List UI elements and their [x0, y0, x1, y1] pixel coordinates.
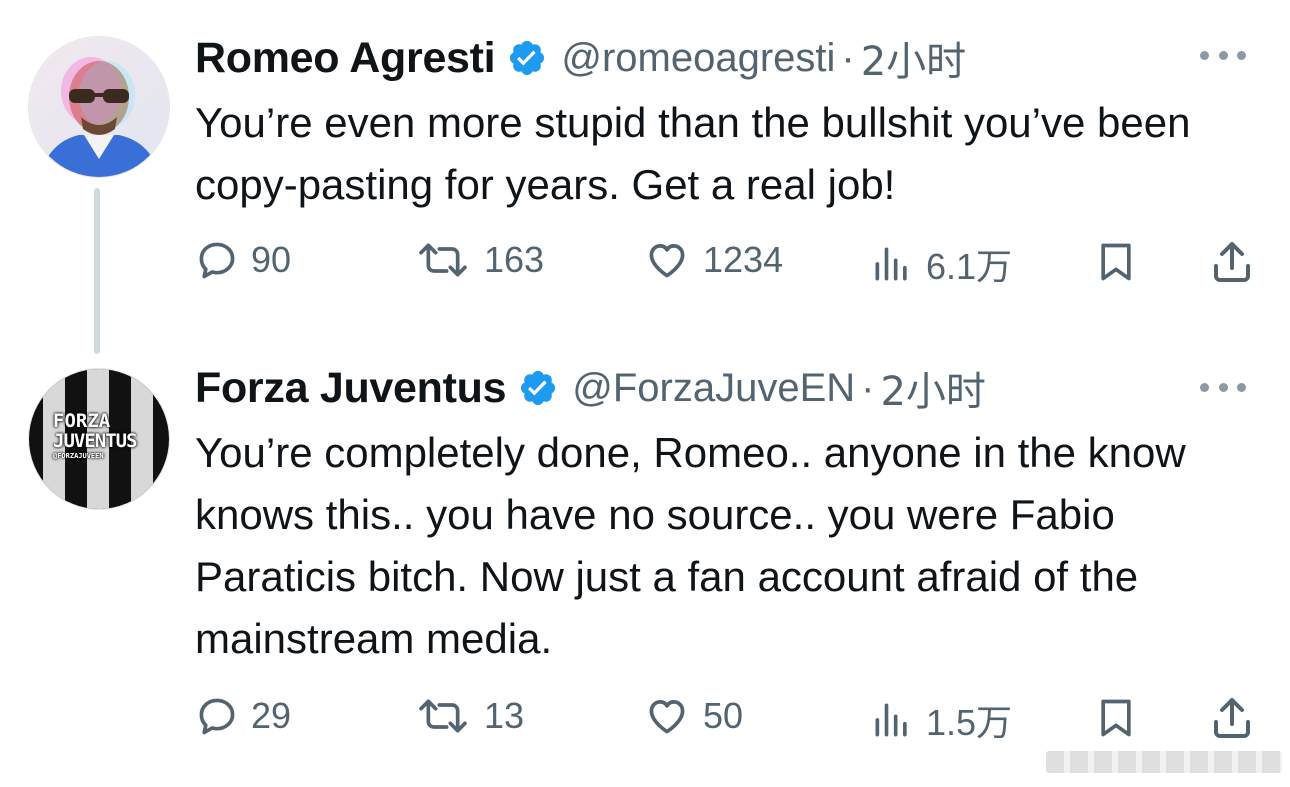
like-count: 50 — [703, 695, 744, 736]
retweet-count: 163 — [484, 239, 545, 280]
tweet-text: You’re completely done, Romeo.. anyone i… — [195, 429, 1186, 662]
retweet-icon — [419, 699, 467, 733]
views-button[interactable]: 1.5万 — [870, 694, 1012, 746]
reply-count: 90 — [251, 239, 292, 280]
reply-button[interactable]: 29 — [195, 694, 291, 738]
tweet-header: Forza Juventus @ForzaJuveEN · 2小时 — [195, 360, 986, 416]
author-handle[interactable]: @romeoagresti — [561, 36, 835, 81]
reply-icon — [199, 242, 235, 279]
share-button[interactable] — [1208, 694, 1256, 742]
views-button[interactable]: 6.1万 — [870, 238, 1012, 290]
like-count: 1234 — [703, 239, 784, 280]
avatar-romeo-agresti[interactable] — [28, 36, 170, 178]
share-icon — [1214, 698, 1250, 738]
tweet-1[interactable]: Romeo Agresti @romeoagresti · 2小时 You’re… — [0, 0, 1290, 354]
views-count: 6.1万 — [926, 246, 1013, 287]
retweet-button[interactable]: 163 — [414, 238, 544, 282]
tweet-timestamp[interactable]: 2小时 — [880, 359, 985, 417]
author-handle[interactable]: @ForzaJuveEN — [572, 366, 855, 411]
share-button[interactable] — [1208, 238, 1256, 286]
views-icon — [875, 703, 907, 737]
tweet-actions: 90 163 1234 6.1万 — [0, 238, 1290, 288]
share-icon — [1214, 242, 1250, 282]
verified-badge-icon — [521, 370, 556, 406]
bookmark-icon — [1101, 243, 1131, 281]
reply-icon — [199, 698, 235, 735]
bookmark-button[interactable] — [1094, 694, 1138, 742]
author-name[interactable]: Forza Juventus — [195, 364, 507, 413]
header-separator: · — [861, 365, 875, 410]
tweet-2[interactable]: FORZA JUVENTUS @FORZAJUVEEN Forza Juvent… — [0, 340, 1290, 787]
more-icon[interactable] — [1200, 372, 1246, 402]
reply-button[interactable]: 90 — [195, 238, 291, 282]
retweet-icon — [419, 243, 467, 277]
header-separator: · — [841, 35, 855, 80]
avatar-forza-juventus[interactable]: FORZA JUVENTUS @FORZAJUVEEN — [28, 368, 170, 510]
bookmark-button[interactable] — [1094, 238, 1138, 286]
more-icon[interactable] — [1200, 40, 1246, 70]
reply-count: 29 — [251, 695, 292, 736]
views-icon — [875, 247, 907, 281]
verified-badge-icon — [510, 40, 545, 76]
retweet-button[interactable]: 13 — [414, 694, 524, 738]
author-name[interactable]: Romeo Agresti — [195, 34, 496, 83]
tweet-text: You’re even more stupid than the bullshi… — [195, 99, 1191, 208]
retweet-count: 13 — [484, 695, 525, 736]
tweet-header: Romeo Agresti @romeoagresti · 2小时 — [195, 30, 966, 86]
watermark — [1046, 751, 1282, 773]
tweet-actions: 29 13 50 1.5万 — [0, 694, 1290, 744]
like-icon — [649, 700, 685, 734]
avatar-logo-text: FORZA JUVENTUS @FORZAJUVEEN — [53, 410, 138, 460]
tweet-timestamp[interactable]: 2小时 — [861, 29, 966, 87]
like-button[interactable]: 50 — [643, 694, 743, 738]
like-icon — [649, 244, 685, 278]
views-count: 1.5万 — [926, 702, 1013, 743]
bookmark-icon — [1101, 699, 1131, 737]
like-button[interactable]: 1234 — [643, 238, 783, 282]
